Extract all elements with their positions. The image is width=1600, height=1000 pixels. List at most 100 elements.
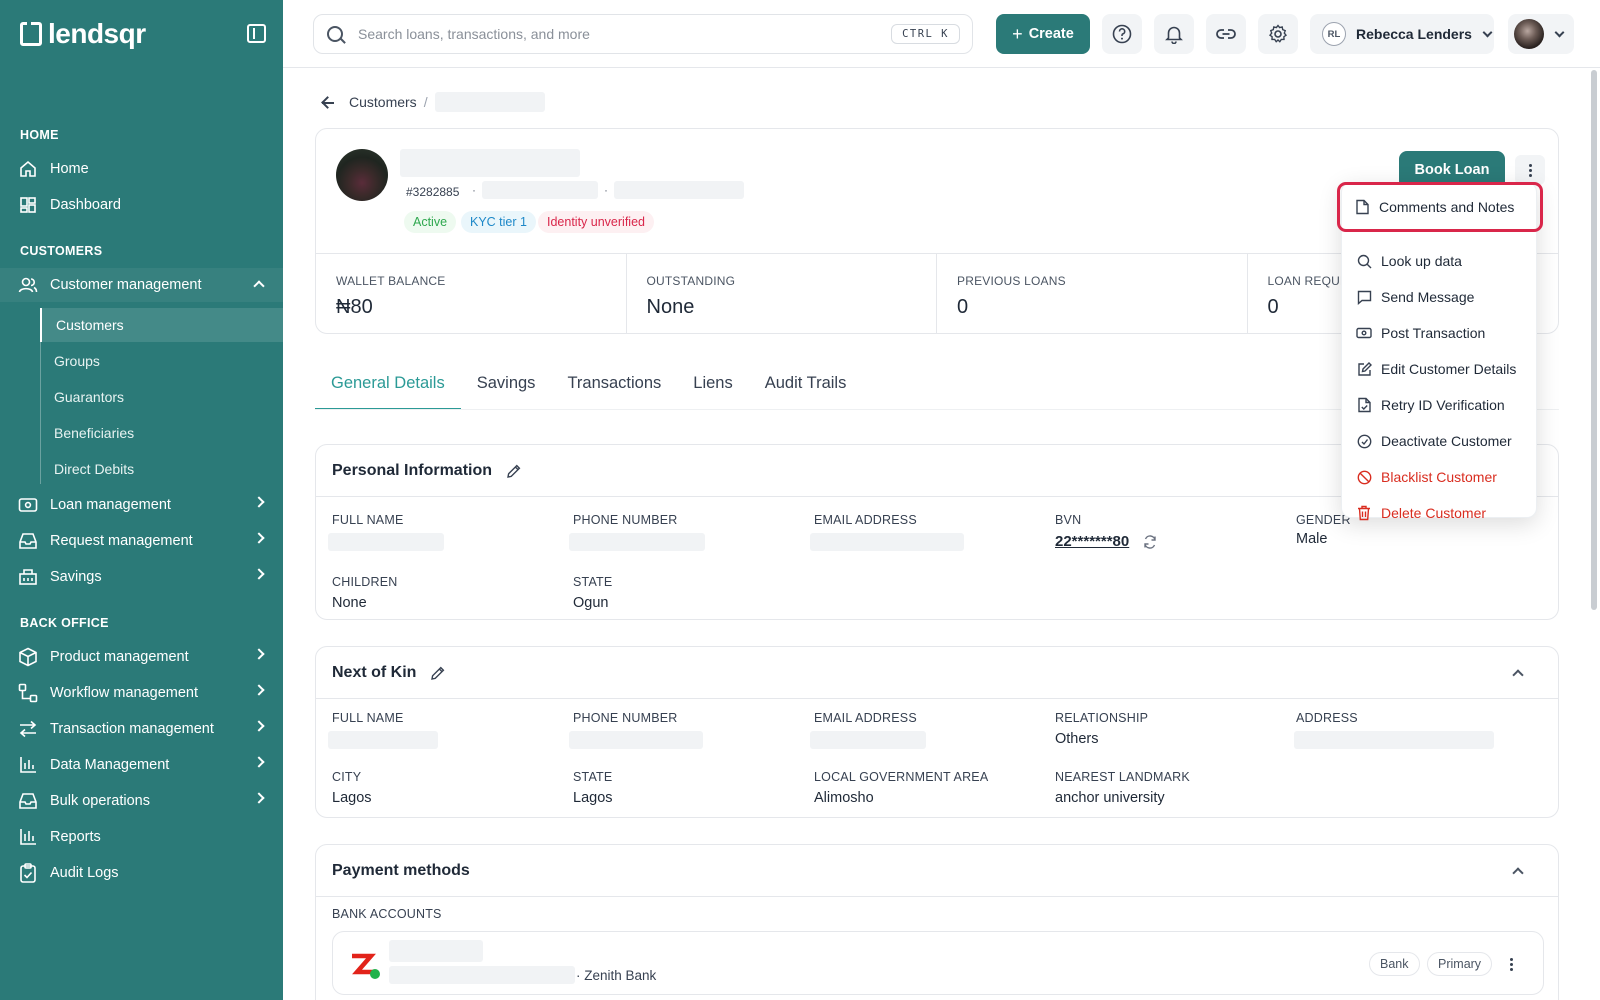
tab-audit-trails[interactable]: Audit Trails [749, 364, 863, 410]
edit-pencil-icon[interactable] [430, 665, 446, 681]
link-button[interactable] [1206, 14, 1246, 54]
field-label: EMAIL ADDRESS [814, 513, 917, 527]
sidebar-item-label: Workflow management [50, 685, 199, 701]
sidebar-item-data-management[interactable]: Data Management [0, 748, 283, 782]
chevron-right-icon [253, 756, 265, 768]
sidebar-item-loan-management[interactable]: Loan management [0, 488, 283, 522]
field-value-redacted [569, 533, 705, 551]
page-scrollbar[interactable] [1591, 70, 1597, 610]
sidebar-item-label: Savings [50, 569, 102, 585]
help-button[interactable] [1102, 14, 1142, 54]
sidebar-item-savings[interactable]: Savings [0, 560, 283, 594]
settings-button[interactable] [1258, 14, 1298, 54]
menu-item-retry-id-verification[interactable]: Retry ID Verification [1342, 387, 1538, 423]
topbar: CTRL K + Create RL Rebecca Lenders [283, 0, 1600, 68]
menu-item-send-message[interactable]: Send Message [1342, 279, 1538, 315]
chevron-right-icon [253, 496, 265, 508]
sidebar-subitem-groups[interactable]: Groups [40, 344, 283, 378]
profile-avatar-button[interactable] [1508, 14, 1574, 54]
sidebar-collapse-icon[interactable] [247, 24, 266, 43]
sidebar-item-label: Loan management [50, 497, 171, 513]
bar-chart-icon [18, 755, 38, 775]
menu-item-edit-customer-details[interactable]: Edit Customer Details [1342, 351, 1538, 387]
section-title-back-office: BACK OFFICE [20, 616, 109, 630]
breadcrumb-customers-link[interactable]: Customers [349, 94, 417, 110]
sidebar-item-home[interactable]: Home [0, 152, 283, 186]
customer-name-redacted [400, 149, 580, 177]
user-name: Rebecca Lenders [1356, 26, 1472, 42]
field-label: CHILDREN [332, 575, 398, 589]
field-value-redacted [810, 731, 926, 749]
customer-phone-redacted [482, 181, 598, 199]
search-bar[interactable]: CTRL K [313, 14, 973, 54]
field-value: Male [1296, 531, 1328, 547]
breadcrumb-current-redacted [434, 92, 545, 112]
field-label: FULL NAME [332, 711, 404, 725]
create-button[interactable]: + Create [996, 14, 1090, 54]
sidebar-item-workflow-management[interactable]: Workflow management [0, 676, 283, 710]
sidebar-item-label: Data Management [50, 757, 170, 773]
sidebar-item-label: Audit Logs [50, 865, 119, 881]
sidebar-item-label: Customer management [50, 277, 202, 293]
notifications-button[interactable] [1154, 14, 1194, 54]
bvn-value-link[interactable]: 22*******80 [1055, 533, 1129, 550]
menu-item-label: Post Transaction [1381, 325, 1486, 341]
sidebar-item-audit-logs[interactable]: Audit Logs [0, 856, 283, 890]
search-input[interactable] [358, 26, 858, 42]
menu-item-comments-and-notes[interactable]: Comments and Notes [1337, 182, 1543, 232]
sidebar-item-reports[interactable]: Reports [0, 820, 283, 854]
file-check-icon [1356, 397, 1372, 413]
breadcrumb-separator: / [423, 94, 428, 110]
chevron-right-icon [253, 648, 265, 660]
tab-savings[interactable]: Savings [461, 364, 552, 410]
bank-account-more-button[interactable] [1499, 952, 1523, 976]
separator-dot: · [604, 183, 608, 197]
field-value: anchor university [1055, 790, 1165, 806]
sidebar-subitem-guarantors[interactable]: Guarantors [40, 380, 283, 414]
field-kin-email: EMAIL ADDRESS [810, 711, 926, 754]
sidebar-item-label: Request management [50, 533, 193, 549]
menu-item-deactivate-customer[interactable]: Deactivate Customer [1342, 423, 1538, 459]
field-value: Lagos [332, 790, 372, 806]
sidebar-item-transaction-management[interactable]: Transaction management [0, 712, 283, 746]
sidebar-item-dashboard[interactable]: Dashboard [0, 188, 283, 222]
bank-account-row[interactable]: · Zenith Bank Bank Primary [332, 931, 1544, 995]
sidebar-item-bulk-operations[interactable]: Bulk operations [0, 784, 283, 818]
field-email-address: EMAIL ADDRESS [810, 513, 964, 556]
section-title: Next of Kin [332, 663, 417, 681]
sidebar-item-customer-management[interactable]: Customer management [0, 268, 283, 302]
customer-id: #3282885 [406, 185, 460, 199]
field-kin-state: STATE Lagos [573, 770, 613, 806]
more-actions-button[interactable] [1515, 155, 1545, 185]
sidebar-item-request-management[interactable]: Request management [0, 524, 283, 558]
sidebar-subitem-customers[interactable]: Customers [40, 308, 283, 342]
dashboard-icon [18, 195, 38, 215]
plus-icon: + [1012, 23, 1023, 44]
user-menu-button[interactable]: RL Rebecca Lenders [1310, 14, 1494, 54]
tab-liens[interactable]: Liens [677, 364, 748, 410]
sidebar-item-label: Home [50, 161, 89, 177]
sidebar-item-product-management[interactable]: Product management [0, 640, 283, 674]
chevron-up-icon[interactable] [1512, 867, 1524, 879]
sidebar-subitem-beneficiaries[interactable]: Beneficiaries [40, 416, 283, 450]
back-arrow-icon[interactable] [321, 95, 335, 109]
customer-email-redacted [614, 181, 744, 199]
payment-methods-card: Payment methods BANK ACCOUNTS · Zenith B… [315, 844, 1559, 1000]
menu-item-label: Delete Customer [1381, 505, 1487, 521]
sidebar-subitem-direct-debits[interactable]: Direct Debits [40, 452, 283, 486]
refresh-icon[interactable] [1143, 534, 1157, 549]
menu-item-look-up-data[interactable]: Look up data [1342, 243, 1538, 279]
brand-name: lendsqr [48, 18, 146, 49]
chevron-right-icon [253, 684, 265, 696]
sidebar-item-label: Transaction management [50, 721, 214, 737]
menu-item-blacklist-customer[interactable]: Blacklist Customer [1342, 459, 1538, 495]
brand-logo[interactable]: lendsqr [20, 18, 146, 50]
tab-transactions[interactable]: Transactions [551, 364, 677, 410]
menu-item-delete-customer[interactable]: Delete Customer [1342, 495, 1538, 531]
chevron-up-icon[interactable] [1512, 669, 1524, 681]
section-title: Personal Information [332, 461, 493, 479]
tab-general-details[interactable]: General Details [315, 364, 461, 410]
section-title-customers: CUSTOMERS [20, 244, 103, 258]
menu-item-post-transaction[interactable]: Post Transaction [1342, 315, 1538, 351]
edit-pencil-icon[interactable] [506, 463, 522, 479]
